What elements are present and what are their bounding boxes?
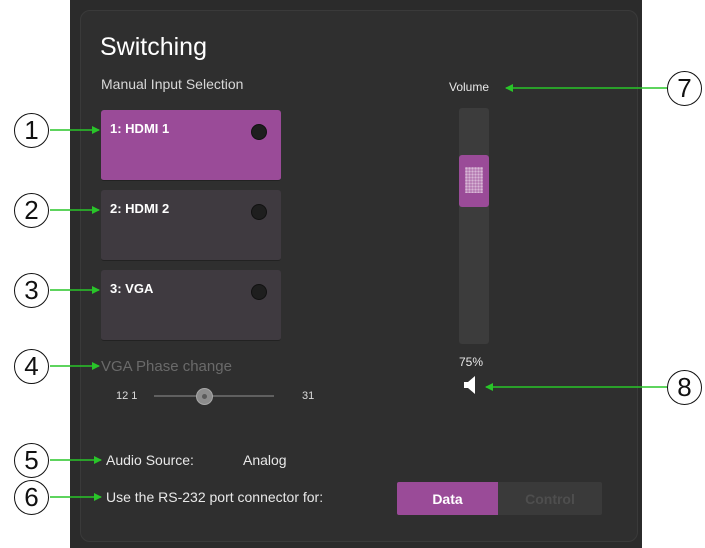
callout-7: 7	[667, 71, 702, 106]
callout-4: 4	[14, 349, 49, 384]
callout-3: 3	[14, 273, 49, 308]
callout-1: 1	[14, 113, 49, 148]
callout-6: 6	[14, 480, 49, 515]
callout-5: 5	[14, 443, 49, 478]
callout-8: 8	[667, 370, 702, 405]
callout-arrows	[50, 84, 667, 501]
callout-2: 2	[14, 193, 49, 228]
